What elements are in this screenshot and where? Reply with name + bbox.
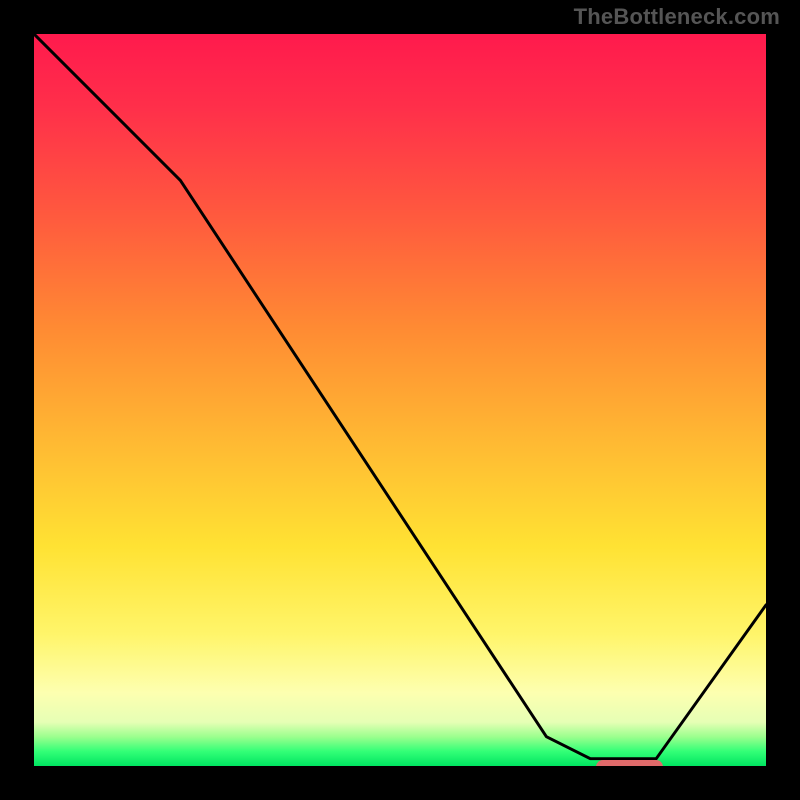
bottleneck-curve [34,34,766,766]
chart-frame: TheBottleneck.com [0,0,800,800]
watermark-text: TheBottleneck.com [574,4,780,30]
optimal-range-marker [596,760,663,770]
plot-area [30,30,770,770]
